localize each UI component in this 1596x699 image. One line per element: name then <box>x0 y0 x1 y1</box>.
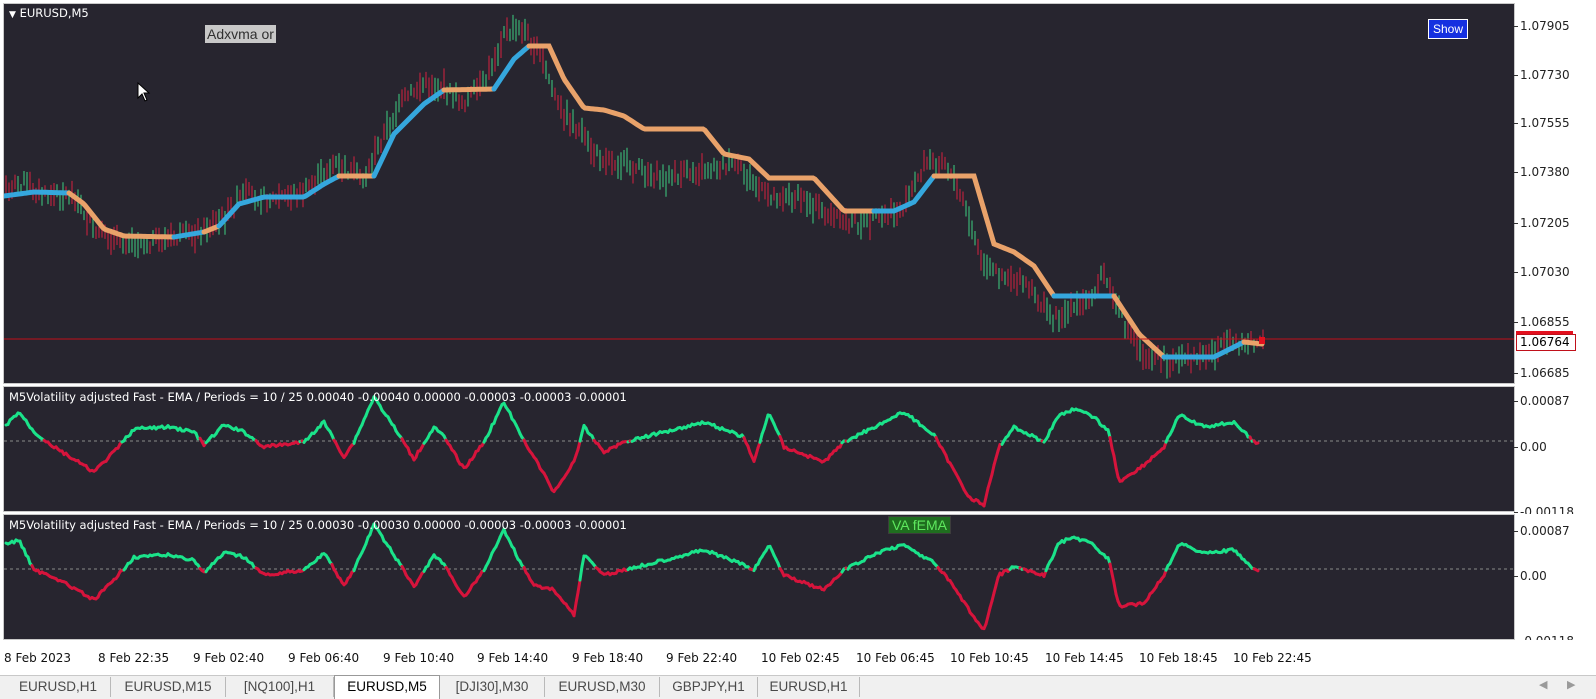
tab-eurusd-m5[interactable]: EURUSD,M5 <box>334 675 440 699</box>
oscillator-segment <box>1112 581 1118 596</box>
tab-eurusd-h1[interactable]: EURUSD,H1 <box>6 677 111 697</box>
price-axis-tick: 1.07730 <box>1514 68 1570 82</box>
indicator-label: Adxvma or <box>205 25 276 43</box>
oscillator-segment <box>572 601 578 618</box>
chart-title[interactable]: ▼ EURUSD,M5 <box>9 6 89 20</box>
tab-eurusd-h1[interactable]: EURUSD,H1 <box>758 677 860 697</box>
last-candle-marker <box>1259 337 1265 344</box>
price-axis-tick: 1.07205 <box>1514 216 1570 230</box>
time-axis-label: 9 Feb 14:40 <box>477 651 549 665</box>
adxvma-up-segment <box>171 229 207 240</box>
mouse-pointer-icon <box>137 82 151 102</box>
sub1-ytick-zero: 0.00 <box>1514 440 1547 454</box>
price-axis-tick: 1.07380 <box>1514 165 1570 179</box>
indicator-subwindow-2[interactable]: M5Volatility adjusted Fast - EMA / Perio… <box>3 514 1515 640</box>
indicator-subwindow-1[interactable]: M5Volatility adjusted Fast - EMA / Perio… <box>3 386 1515 512</box>
time-axis-label: 9 Feb 18:40 <box>572 651 644 665</box>
oscillator-segment <box>578 564 584 582</box>
sub1-ytick-top: 0.00087 <box>1514 394 1570 408</box>
oscillator-segment <box>1108 436 1114 450</box>
oscillator-segment <box>576 578 582 594</box>
adxvma-up-segment <box>1161 339 1247 360</box>
oscillator-canvas-2 <box>4 522 1514 631</box>
adxvma-down-segment <box>66 190 176 240</box>
time-axis-label: 10 Feb 06:45 <box>856 651 935 665</box>
price-axis-tick: 1.07555 <box>1514 116 1570 130</box>
time-axis-label: 10 Feb 10:45 <box>950 651 1029 665</box>
adxvma-down-segment <box>931 173 1057 299</box>
subwindow-2-title: M5Volatility adjusted Fast - EMA / Perio… <box>9 518 627 532</box>
price-axis-tick: 1.07905 <box>1514 19 1570 33</box>
price-axis-tick: 1.06855 <box>1514 315 1570 329</box>
oscillator-segment <box>1254 568 1260 573</box>
subwindow-1-title: M5Volatility adjusted Fast - EMA / Perio… <box>9 390 627 404</box>
oscillator-segment <box>574 590 580 605</box>
tab-eurusd-m15[interactable]: EURUSD,M15 <box>111 677 226 697</box>
time-axis-label: 10 Feb 02:45 <box>761 651 840 665</box>
oscillator-segment <box>1112 454 1118 470</box>
triangle-left-icon[interactable]: ◀ <box>1539 678 1547 691</box>
adxvma-down-segment <box>441 86 497 93</box>
price-chart-canvas[interactable] <box>4 4 1515 384</box>
tab-eurusd-m30[interactable]: EURUSD,M30 <box>545 677 660 697</box>
tab-dji30-m30[interactable]: [DJI30],M30 <box>440 677 545 697</box>
time-axis-label: 10 Feb 14:45 <box>1045 651 1124 665</box>
current-price-label: 1.06764 <box>1516 334 1576 351</box>
time-axis-label: 8 Feb 22:35 <box>98 651 170 665</box>
sub2-ytick-top: 0.00087 <box>1514 524 1570 538</box>
main-chart-pane[interactable]: ▼ EURUSD,M5 Adxvma or Show <box>3 3 1515 384</box>
price-axis-tick: 1.06685 <box>1514 366 1570 380</box>
oscillator-segment <box>580 554 586 568</box>
candles <box>5 14 1264 379</box>
adxvma-down-segment <box>1111 293 1167 360</box>
time-axis-label: 9 Feb 06:40 <box>288 651 360 665</box>
sub2-ytick-zero: 0.00 <box>1514 569 1547 583</box>
adxvma-down-segment <box>526 43 876 214</box>
price-axis-tick: 1.07030 <box>1514 265 1570 279</box>
triangle-down-icon[interactable]: ▼ <box>9 10 16 20</box>
triangle-right-icon[interactable]: ▶ <box>1567 678 1575 691</box>
time-axis-label: 9 Feb 02:40 <box>193 651 265 665</box>
time-axis-label: 10 Feb 22:45 <box>1233 651 1312 665</box>
time-axis-label: 10 Feb 18:45 <box>1139 651 1218 665</box>
price-marker-red <box>1516 331 1573 334</box>
adxvma-up-segment <box>871 173 937 214</box>
adxvma-up-segment <box>491 44 531 92</box>
tab-gbpjpy-h1[interactable]: GBPJPY,H1 <box>660 677 758 697</box>
show-button[interactable]: Show <box>1428 19 1468 39</box>
time-axis-label: 9 Feb 10:40 <box>383 651 455 665</box>
va-fema-label: VA fEMA <box>888 516 951 534</box>
time-axis-label: 9 Feb 22:40 <box>666 651 738 665</box>
oscillator-canvas-1 <box>4 395 1514 508</box>
time-axis-label: 8 Feb 2023 <box>4 651 72 665</box>
tab-nq100-h1[interactable]: [NQ100],H1 <box>226 677 334 697</box>
